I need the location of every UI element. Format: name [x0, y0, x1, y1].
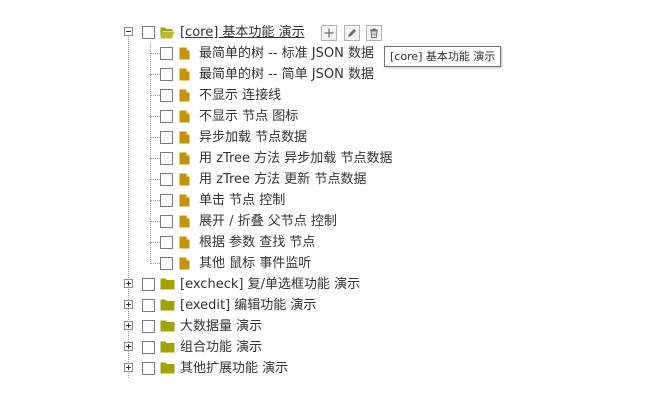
node-label[interactable]: [exedit] 编辑功能 演示 — [179, 295, 317, 316]
folder-icon — [160, 278, 175, 290]
node-label[interactable]: 单击 节点 控制 — [198, 190, 286, 211]
folder-icon — [160, 362, 175, 374]
file-icon — [179, 68, 190, 81]
node-checkbox[interactable] — [142, 320, 155, 333]
tree-line-branch — [150, 179, 160, 180]
node-checkbox[interactable] — [142, 341, 155, 354]
node-label[interactable]: 不显示 连接线 — [198, 85, 282, 106]
node-checkbox[interactable] — [142, 26, 155, 39]
tree-line-branch — [150, 95, 160, 96]
node-checkbox[interactable] — [160, 257, 173, 270]
ztree: [core] 基本功能 演示 最简单的树 -- 标准 JSON 数据 最简单的树… — [122, 22, 642, 379]
node-checkbox[interactable] — [160, 236, 173, 249]
node-label[interactable]: 异步加载 节点数据 — [198, 127, 308, 148]
node-checkbox[interactable] — [160, 152, 173, 165]
node-label[interactable]: 根据 参数 查找 节点 — [198, 232, 316, 253]
node-label[interactable]: 组合功能 演示 — [179, 337, 263, 358]
folder-open-icon — [160, 27, 175, 39]
expand-toggle-icon[interactable] — [124, 321, 133, 330]
file-icon — [179, 131, 190, 144]
node-label[interactable]: 最简单的树 -- 简单 JSON 数据 — [198, 64, 375, 85]
tree-node-child[interactable]: 异步加载 节点数据 — [122, 127, 642, 148]
folder-icon — [160, 320, 175, 332]
node-label[interactable]: 用 zTree 方法 异步加载 节点数据 — [198, 148, 393, 169]
node-label[interactable]: 用 zTree 方法 更新 节点数据 — [198, 169, 367, 190]
add-icon — [324, 28, 334, 38]
node-label[interactable]: 不显示 节点 图标 — [198, 106, 299, 127]
tree-node-child[interactable]: 用 zTree 方法 更新 节点数据 — [122, 169, 642, 190]
node-checkbox[interactable] — [160, 89, 173, 102]
tree-line-branch — [150, 263, 160, 264]
file-icon — [179, 110, 190, 123]
trash-icon — [370, 28, 378, 38]
node-checkbox[interactable] — [142, 362, 155, 375]
node-label[interactable]: 其他 鼠标 事件监听 — [198, 253, 312, 274]
node-label[interactable]: 其他扩展功能 演示 — [179, 358, 289, 379]
tree-line-branch — [150, 116, 160, 117]
expand-toggle-icon[interactable] — [124, 363, 133, 372]
edit-node-button[interactable] — [344, 25, 360, 41]
tree-node-child[interactable]: 单击 节点 控制 — [122, 190, 642, 211]
node-checkbox[interactable] — [160, 215, 173, 228]
node-checkbox[interactable] — [160, 68, 173, 81]
file-icon — [179, 152, 190, 165]
node-checkbox[interactable] — [160, 110, 173, 123]
tree-node-child[interactable]: 不显示 节点 图标 — [122, 106, 642, 127]
expand-toggle-icon[interactable] — [124, 300, 133, 309]
node-checkbox[interactable] — [160, 131, 173, 144]
node-checkbox[interactable] — [160, 47, 173, 60]
node-label[interactable]: 展开 / 折叠 父节点 控制 — [198, 211, 338, 232]
node-checkbox[interactable] — [160, 194, 173, 207]
file-icon — [179, 89, 190, 102]
edit-pencil-icon — [348, 29, 356, 37]
node-checkbox[interactable] — [142, 278, 155, 291]
file-icon — [179, 173, 190, 186]
tree-line-branch — [150, 200, 160, 201]
folder-icon — [160, 299, 175, 311]
node-tooltip: [core] 基本功能 演示 — [384, 46, 502, 67]
file-icon — [179, 236, 190, 249]
tree-node-excheck[interactable]: [excheck] 复/单选框功能 演示 — [122, 274, 642, 295]
node-children: 最简单的树 -- 标准 JSON 数据 最简单的树 -- 简单 JSON 数据 … — [122, 43, 642, 274]
tree-node-child[interactable]: 不显示 连接线 — [122, 85, 642, 106]
expand-toggle-icon[interactable] — [124, 279, 133, 288]
tree-node-child[interactable]: 根据 参数 查找 节点 — [122, 232, 642, 253]
add-node-button[interactable] — [321, 25, 337, 41]
node-checkbox[interactable] — [142, 299, 155, 312]
collapse-toggle-icon[interactable] — [124, 27, 133, 36]
folder-icon — [160, 341, 175, 353]
tree-line-branch — [150, 137, 160, 138]
tree-line-branch — [150, 53, 160, 54]
file-icon — [179, 47, 190, 60]
node-label[interactable]: [core] 基本功能 演示 — [179, 22, 306, 43]
tree-line-branch — [150, 74, 160, 75]
node-label[interactable]: 最简单的树 -- 标准 JSON 数据 — [198, 43, 375, 64]
tree-node-combo[interactable]: 组合功能 演示 — [122, 337, 642, 358]
node-label[interactable]: 大数据量 演示 — [179, 316, 263, 337]
tree-node-child[interactable]: 最简单的树 -- 简单 JSON 数据 — [122, 64, 642, 85]
tree-line-branch — [150, 158, 160, 159]
tree-line-branch — [150, 221, 160, 222]
file-icon — [179, 215, 190, 228]
remove-node-button[interactable] — [366, 25, 382, 41]
tree-node-core[interactable]: [core] 基本功能 演示 — [122, 22, 642, 43]
tree-node-other-ext[interactable]: 其他扩展功能 演示 — [122, 358, 642, 379]
tree-node-big-data[interactable]: 大数据量 演示 — [122, 316, 642, 337]
file-icon — [179, 257, 190, 270]
tree-node-child[interactable]: 其他 鼠标 事件监听 — [122, 253, 642, 274]
tree-node-exedit[interactable]: [exedit] 编辑功能 演示 — [122, 295, 642, 316]
tree-node-child[interactable]: 展开 / 折叠 父节点 控制 — [122, 211, 642, 232]
file-icon — [179, 194, 190, 207]
tree-node-child[interactable]: 用 zTree 方法 异步加载 节点数据 — [122, 148, 642, 169]
tree-line-branch — [150, 242, 160, 243]
tree-node-child[interactable]: 最简单的树 -- 标准 JSON 数据 — [122, 43, 642, 64]
node-label[interactable]: [excheck] 复/单选框功能 演示 — [179, 274, 361, 295]
expand-toggle-icon[interactable] — [124, 342, 133, 351]
node-checkbox[interactable] — [160, 173, 173, 186]
